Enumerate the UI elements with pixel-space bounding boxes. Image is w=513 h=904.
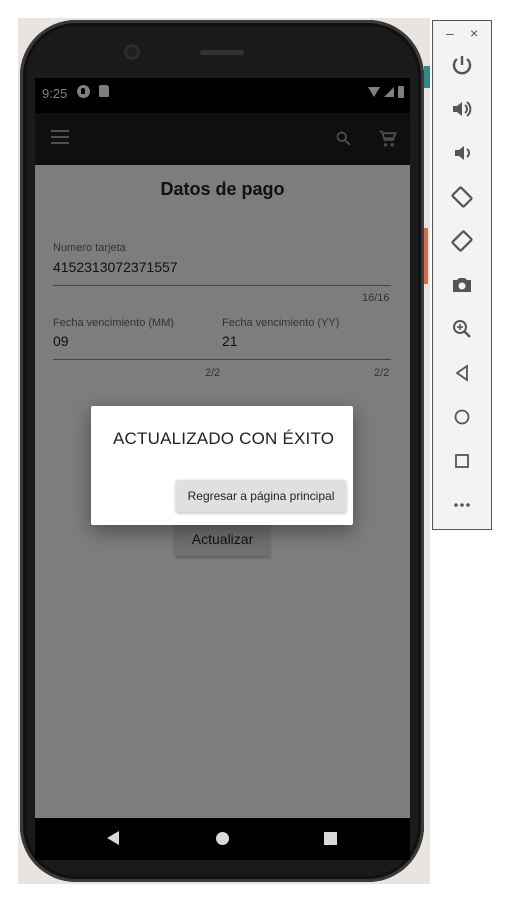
- back-icon[interactable]: [448, 359, 476, 387]
- more-icon[interactable]: [448, 491, 476, 519]
- zoom-icon[interactable]: [448, 315, 476, 343]
- earpiece-speaker: [200, 50, 244, 55]
- nav-home-icon[interactable]: [216, 832, 229, 845]
- background-window-edge: [424, 66, 430, 88]
- minimize-button[interactable]: –: [446, 25, 454, 41]
- dialog-message: ACTUALIZADO CON ÉXITO: [113, 429, 335, 448]
- camera-icon[interactable]: [448, 271, 476, 299]
- return-home-button[interactable]: Regresar a página principal: [176, 480, 346, 512]
- nav-recents-icon[interactable]: [324, 832, 337, 845]
- power-icon[interactable]: [448, 51, 476, 79]
- rotate-left-icon[interactable]: [448, 183, 476, 211]
- nav-back-icon[interactable]: [107, 831, 119, 845]
- volume-up-icon[interactable]: [448, 95, 476, 123]
- rotate-right-icon[interactable]: [448, 227, 476, 255]
- close-button[interactable]: ×: [470, 25, 478, 41]
- success-dialog: ACTUALIZADO CON ÉXITO Regresar a página …: [91, 406, 353, 525]
- home-icon[interactable]: [448, 403, 476, 431]
- background-window-edge-2: [424, 228, 428, 284]
- device-screen: 9:25 Datos de pago Numero tarjeta 415231…: [35, 78, 410, 818]
- overview-icon[interactable]: [448, 447, 476, 475]
- volume-down-icon[interactable]: [448, 139, 476, 167]
- emulator-toolbar: – ×: [432, 20, 492, 530]
- navigation-bar: [35, 818, 410, 860]
- front-camera: [124, 44, 140, 60]
